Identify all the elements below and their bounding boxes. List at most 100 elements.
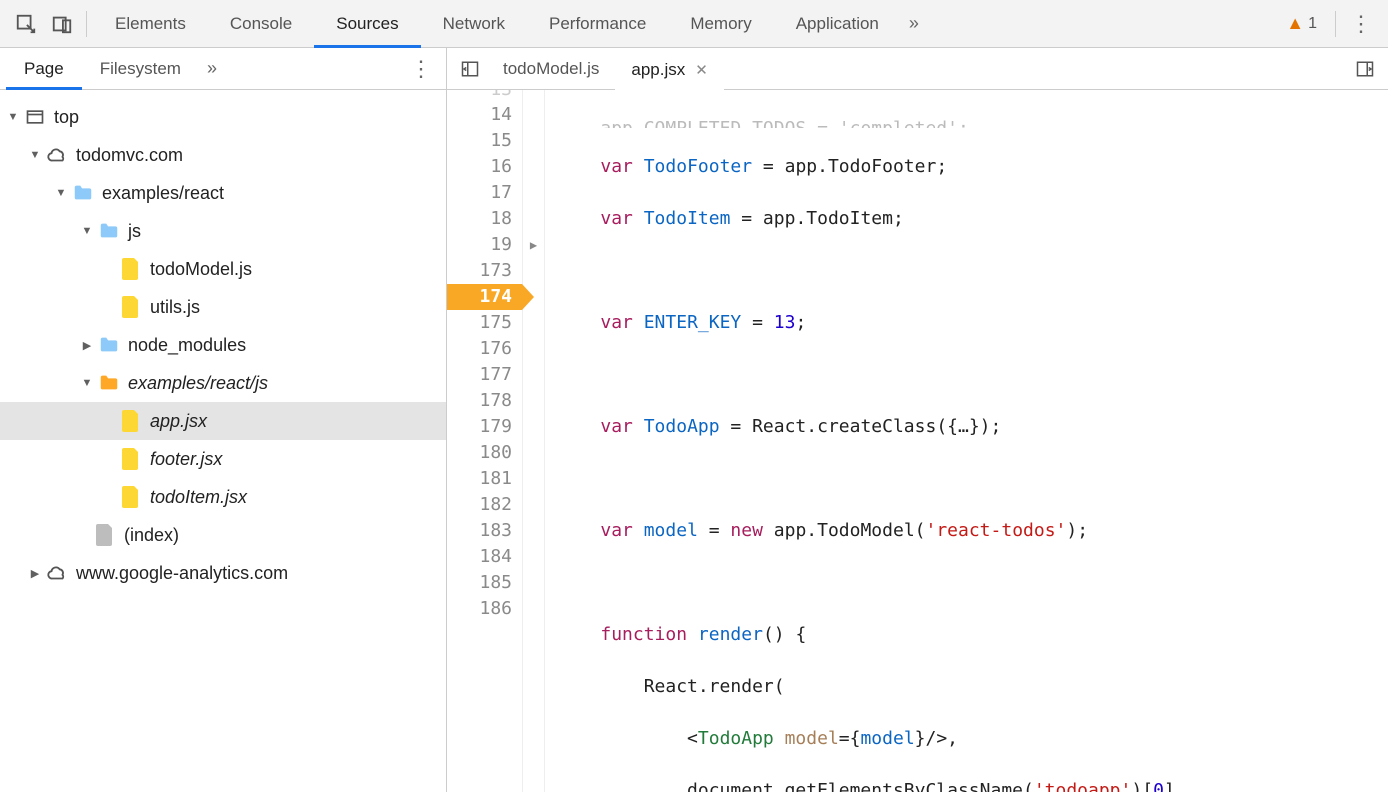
divider xyxy=(1335,11,1336,37)
code-text: = xyxy=(698,520,731,541)
line-number-gutter[interactable]: 13 14 15 16 17 18 19 173 174 175 176 177… xyxy=(447,90,523,792)
tree-node-file[interactable]: todoModel.js xyxy=(0,250,446,288)
line-number[interactable]: 18 xyxy=(447,206,512,232)
tree-node-top[interactable]: ▼ top xyxy=(0,98,446,136)
close-icon[interactable]: ✕ xyxy=(695,61,708,79)
tab-console[interactable]: Console xyxy=(208,0,314,48)
code-text: < xyxy=(557,728,698,749)
code-string: 'todoapp' xyxy=(1034,780,1132,792)
code-text: , xyxy=(947,728,958,749)
sidebar-tab-filesystem[interactable]: Filesystem xyxy=(82,48,199,90)
fold-gutter[interactable]: ▶ xyxy=(523,90,545,792)
document-icon xyxy=(94,524,116,546)
line-number[interactable]: 173 xyxy=(447,258,512,284)
line-number[interactable]: 180 xyxy=(447,440,512,466)
line-number[interactable]: 177 xyxy=(447,362,512,388)
disclosure-triangle-icon[interactable]: ▼ xyxy=(28,148,42,162)
line-number[interactable]: 183 xyxy=(447,518,512,544)
tab-memory[interactable]: Memory xyxy=(668,0,773,48)
js-file-icon xyxy=(120,448,142,470)
device-toggle-icon[interactable] xyxy=(44,6,80,42)
code-function: render xyxy=(698,624,763,645)
disclosure-triangle-icon[interactable]: ▶ xyxy=(28,566,42,580)
code-text: React.render( xyxy=(557,676,785,697)
disclosure-triangle-icon[interactable]: ▼ xyxy=(6,110,20,124)
tree-node-domain[interactable]: ▶ www.google-analytics.com xyxy=(0,554,446,592)
disclosure-triangle-icon[interactable]: ▼ xyxy=(80,224,94,238)
code-identifier: model xyxy=(644,520,698,541)
line-number[interactable]: 14 xyxy=(447,102,512,128)
code-keyword: var xyxy=(600,208,633,229)
code-text: = app.TodoItem; xyxy=(730,208,903,229)
code-keyword: var xyxy=(600,520,633,541)
tab-performance[interactable]: Performance xyxy=(527,0,668,48)
line-number[interactable]: 17 xyxy=(447,180,512,206)
tab-application[interactable]: Application xyxy=(774,0,901,48)
tree-node-domain[interactable]: ▼ todomvc.com xyxy=(0,136,446,174)
more-tabs-icon[interactable]: » xyxy=(901,13,927,34)
sidebar-tab-page[interactable]: Page xyxy=(6,48,82,90)
tree-node-file[interactable]: footer.jsx xyxy=(0,440,446,478)
line-number[interactable]: 176 xyxy=(447,336,512,362)
line-number[interactable]: 184 xyxy=(447,544,512,570)
js-file-icon xyxy=(120,410,142,432)
sidebar-more-tabs-icon[interactable]: » xyxy=(199,58,225,79)
tree-node-file[interactable]: todoItem.jsx xyxy=(0,478,446,516)
sidebar-kebab-icon[interactable]: ⋮ xyxy=(402,56,440,82)
line-number[interactable]: 178 xyxy=(447,388,512,414)
file-tree: ▼ top ▼ todomvc.com ▼ exa xyxy=(0,90,446,792)
code-text: ={ xyxy=(839,728,861,749)
line-number[interactable]: 175 xyxy=(447,310,512,336)
line-number[interactable]: 13 xyxy=(447,90,512,102)
devtools-top-tabs: Elements Console Sources Network Perform… xyxy=(0,0,1388,48)
tree-node-folder[interactable]: ▼ js xyxy=(0,212,446,250)
disclosure-triangle-icon[interactable]: ▶ xyxy=(80,338,94,352)
tab-network[interactable]: Network xyxy=(421,0,527,48)
line-number[interactable]: 186 xyxy=(447,596,512,622)
code-text xyxy=(774,728,785,749)
code-text: )[ xyxy=(1131,780,1153,792)
code-string: 'react-todos' xyxy=(926,520,1067,541)
code-text: ; xyxy=(795,312,806,333)
disclosure-triangle-icon[interactable]: ▼ xyxy=(54,186,68,200)
tree-node-folder[interactable]: ▶ node_modules xyxy=(0,326,446,364)
show-navigator-icon[interactable] xyxy=(453,52,487,86)
tree-node-file[interactable]: app.jsx xyxy=(0,402,446,440)
fold-arrow-icon[interactable]: ▶ xyxy=(523,232,544,258)
tree-label: js xyxy=(128,221,141,242)
line-number[interactable]: 179 xyxy=(447,414,512,440)
code-jsx-tag: TodoApp xyxy=(698,728,774,749)
file-tab-todomodel[interactable]: todoModel.js xyxy=(487,48,615,90)
editor-area: todoModel.js app.jsx ✕ 13 14 15 16 17 18… xyxy=(447,48,1388,792)
code-content[interactable]: app.COMPLETED_TODOS = 'completed'; var T… xyxy=(545,90,1388,792)
line-number[interactable]: 19 xyxy=(447,232,512,258)
line-number[interactable]: 16 xyxy=(447,154,512,180)
folder-icon xyxy=(98,334,120,356)
code-identifier: TodoItem xyxy=(644,208,731,229)
tab-elements[interactable]: Elements xyxy=(93,0,208,48)
code-identifier: TodoFooter xyxy=(644,156,752,177)
tree-node-sourcemap-folder[interactable]: ▼ examples/react/js xyxy=(0,364,446,402)
line-number[interactable]: 185 xyxy=(447,570,512,596)
line-number[interactable]: 15 xyxy=(447,128,512,154)
cloud-icon xyxy=(46,144,68,166)
folder-sourcemap-icon xyxy=(98,372,120,394)
tree-node-file[interactable]: utils.js xyxy=(0,288,446,326)
code-editor[interactable]: 13 14 15 16 17 18 19 173 174 175 176 177… xyxy=(447,90,1388,792)
code-keyword: new xyxy=(730,520,763,541)
tree-label: todoItem.jsx xyxy=(150,487,247,508)
warnings-badge[interactable]: ▲ 1 xyxy=(1274,13,1329,34)
disclosure-triangle-icon[interactable]: ▼ xyxy=(80,376,94,390)
kebab-menu-icon[interactable]: ⋮ xyxy=(1342,11,1380,37)
tree-node-file[interactable]: (index) xyxy=(0,516,446,554)
file-tab-appjsx[interactable]: app.jsx ✕ xyxy=(615,48,723,90)
tab-sources[interactable]: Sources xyxy=(314,0,420,48)
inspect-element-icon[interactable] xyxy=(8,6,44,42)
line-number[interactable]: 181 xyxy=(447,466,512,492)
show-debugger-icon[interactable] xyxy=(1348,52,1382,86)
line-number-breakpoint[interactable]: 174 xyxy=(447,284,522,310)
tree-node-folder[interactable]: ▼ examples/react xyxy=(0,174,446,212)
line-number[interactable]: 182 xyxy=(447,492,512,518)
code-text: document.getElementsByClassName( xyxy=(557,780,1034,792)
warning-icon: ▲ xyxy=(1286,13,1304,34)
